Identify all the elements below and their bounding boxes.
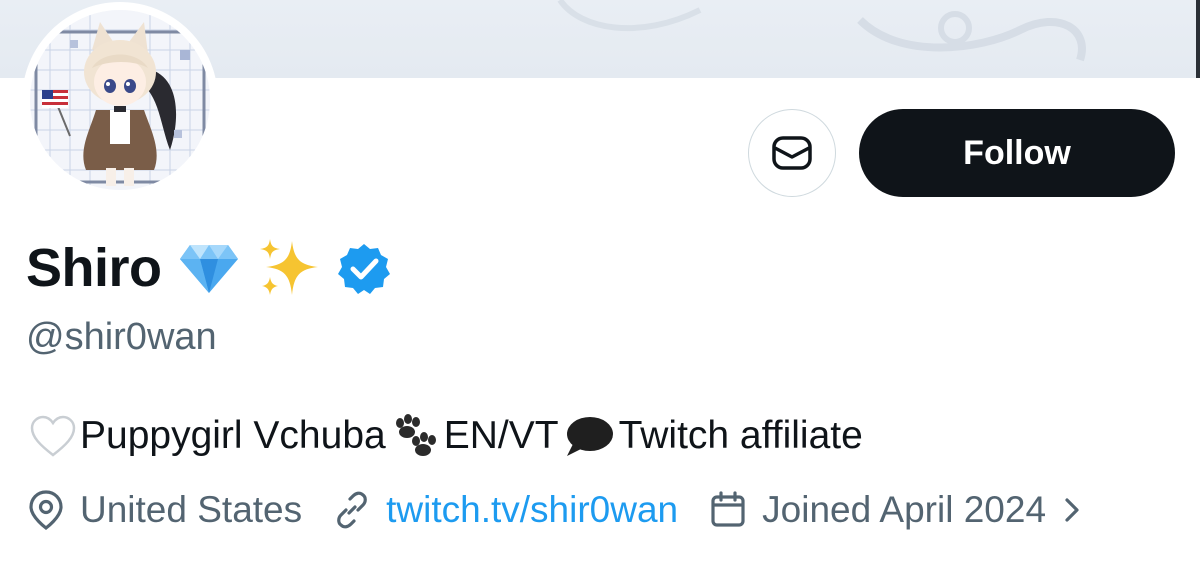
sparkles-icon <box>256 237 322 299</box>
verified-badge-icon[interactable] <box>337 242 390 294</box>
website-link[interactable]: twitch.tv/shir0wan <box>386 489 678 531</box>
display-name: Shiro <box>26 238 162 298</box>
paw-prints-icon <box>390 413 440 459</box>
white-heart-icon <box>30 415 76 457</box>
profile-meta: United States twitch.tv/shir0wan Joined … <box>26 480 1082 540</box>
speech-bubble-icon <box>563 414 615 458</box>
user-handle: @shir0wan <box>26 316 217 358</box>
location-pin-icon <box>29 490 63 530</box>
location-text: United States <box>80 489 303 530</box>
avatar-frame[interactable] <box>22 2 218 198</box>
bio-text-3: Twitch affiliate <box>618 414 863 457</box>
bio-text-2: EN/VT <box>443 414 559 457</box>
joined-text: Joined April 2024 <box>762 489 1047 530</box>
calendar-icon <box>711 491 745 527</box>
banner-scroll-edge <box>1196 0 1200 78</box>
follow-button[interactable]: Follow <box>859 109 1175 197</box>
website-item[interactable]: twitch.tv/shir0wan <box>332 489 678 531</box>
chevron-right-icon[interactable] <box>1062 495 1082 525</box>
display-name-row: Shiro <box>26 232 390 304</box>
joined-item: Joined April 2024 <box>708 489 1046 531</box>
profile-bio: Puppygirl Vchuba EN/VT Twitch affiliate <box>26 408 863 464</box>
message-button[interactable] <box>748 109 836 197</box>
envelope-icon <box>772 136 812 170</box>
bio-text-1: Puppygirl Vchuba <box>80 414 386 457</box>
location-item: United States <box>26 489 302 531</box>
gem-icon <box>178 239 240 297</box>
avatar-illustration <box>30 10 210 190</box>
avatar[interactable] <box>30 10 210 190</box>
link-icon <box>337 491 367 529</box>
